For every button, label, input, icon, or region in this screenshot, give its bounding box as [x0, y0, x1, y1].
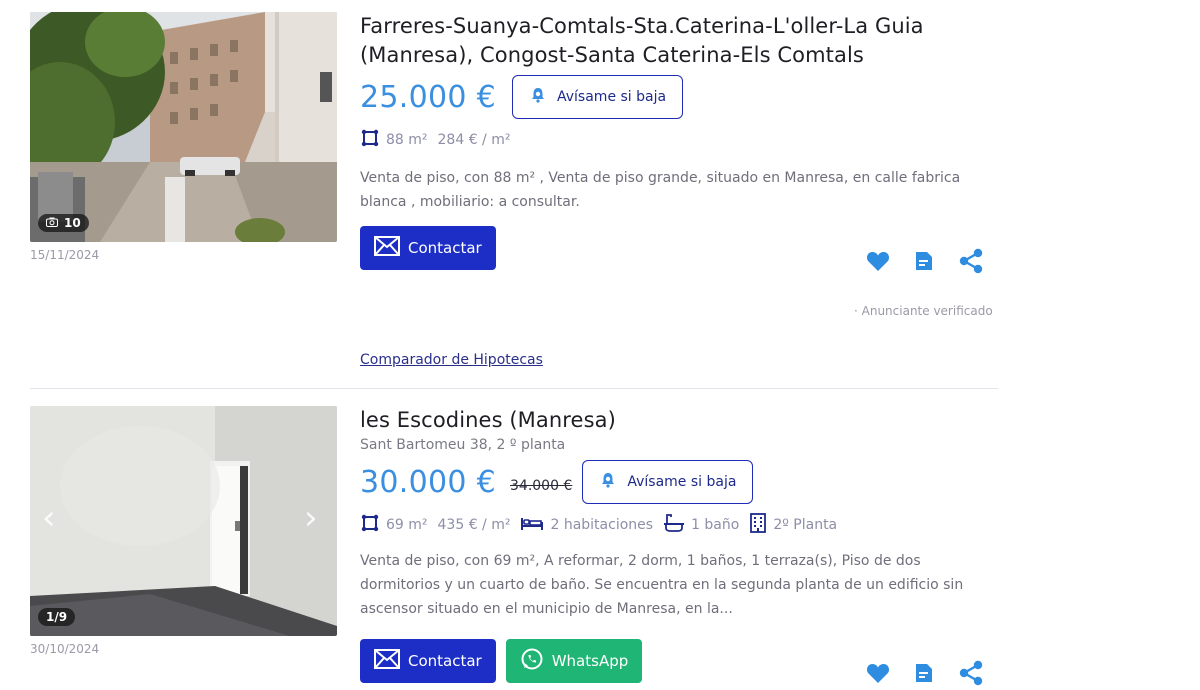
- price-alert-button[interactable]: Avísame si baja: [582, 460, 754, 504]
- price-alert-label: Avísame si baja: [627, 474, 737, 490]
- chevron-left-icon[interactable]: ‹: [42, 498, 56, 538]
- bed-icon: [520, 515, 544, 535]
- room-photo-image: [30, 406, 337, 636]
- whatsapp-button[interactable]: WhatsApp: [505, 639, 643, 683]
- listing-photo[interactable]: [30, 406, 337, 636]
- listing-old-price: 34.000 €: [510, 478, 573, 494]
- share-icon[interactable]: [958, 660, 984, 690]
- floor-feature: 2º Planta: [749, 513, 837, 537]
- area-feature: 69 m²: [360, 513, 428, 537]
- envelope-icon: [374, 649, 400, 673]
- listing-card: ‹ › 1/9 30/10/2024 les Escodines (Manres…: [0, 0, 1200, 686]
- rooms-feature: 2 habitaciones: [520, 515, 653, 535]
- building-icon: [749, 513, 767, 537]
- price-per-m2: 435 € / m²: [437, 517, 511, 533]
- listing-date: 30/10/2024: [30, 642, 100, 656]
- listing-price: 30.000 €: [360, 464, 496, 500]
- bath-icon: [663, 513, 685, 537]
- listing-title[interactable]: les Escodines (Manresa): [360, 406, 1000, 435]
- baths-feature: 1 baño: [663, 513, 739, 537]
- listing-description: Venta de piso, con 69 m², A reformar, 2 …: [360, 553, 964, 617]
- area-icon: [360, 513, 380, 537]
- whatsapp-label: WhatsApp: [551, 652, 629, 670]
- favorite-heart-icon[interactable]: [866, 662, 890, 688]
- area-value: 69 m²: [386, 517, 428, 533]
- chevron-right-icon[interactable]: ›: [304, 498, 318, 538]
- whatsapp-icon: [520, 647, 544, 675]
- bell-icon: [599, 471, 617, 493]
- listing-address: Sant Bartomeu 38, 2 º planta: [360, 437, 566, 453]
- photo-counter: 1/9: [46, 610, 68, 624]
- photo-counter-badge: 1/9: [38, 608, 76, 626]
- baths-value: 1 baño: [691, 517, 740, 533]
- rooms-value: 2 habitaciones: [550, 517, 654, 533]
- contact-button[interactable]: Contactar: [360, 639, 496, 683]
- notes-document-icon[interactable]: [914, 662, 934, 688]
- contact-label: Contactar: [408, 652, 482, 670]
- floor-value: 2º Planta: [773, 517, 838, 533]
